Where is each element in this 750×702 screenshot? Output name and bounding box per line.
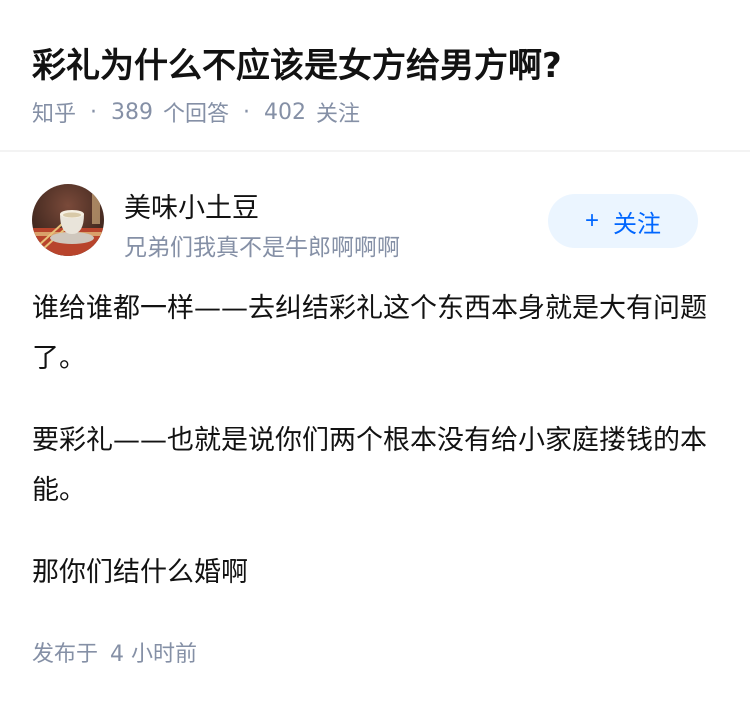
- follow-button[interactable]: + 关注: [548, 194, 698, 248]
- divider: [0, 150, 750, 152]
- answers-label[interactable]: 个回答: [163, 96, 229, 128]
- answer-paragraph: 那你们结什么婚啊: [32, 557, 248, 588]
- avatar[interactable]: [32, 184, 104, 256]
- followers-label: 关注: [316, 102, 361, 127]
- question-meta: 知乎 · 389 个回答 · 402 关注: [32, 96, 360, 128]
- question-header: 彩礼为什么不应该是女方给男方啊? 知乎 · 389 个回答 · 402 关注: [0, 0, 750, 152]
- meta-separator: ·: [243, 99, 251, 125]
- answer-page: 彩礼为什么不应该是女方给男方啊? 知乎 · 389 个回答 · 402 关注 美…: [0, 0, 750, 702]
- answer-paragraph: 要彩礼——也就是说你们两个根本没有给小家庭搂钱的本能。: [32, 425, 707, 506]
- author-name[interactable]: 美味小土豆: [124, 186, 259, 225]
- answers-count: 389: [111, 99, 154, 125]
- published-time: 4 小时前: [110, 642, 198, 667]
- answer-content: 谁给谁都一样——去纠结彩礼这个东西本身就是大有问题了。 要彩礼——也就是说你们两…: [32, 284, 712, 630]
- site-name[interactable]: 知乎: [32, 96, 76, 128]
- published-label: 发布于: [32, 642, 99, 667]
- meta-separator: ·: [90, 99, 98, 125]
- question-title[interactable]: 彩礼为什么不应该是女方给男方啊?: [32, 38, 562, 87]
- answer-paragraph: 谁给谁都一样——去纠结彩礼这个东西本身就是大有问题了。: [32, 293, 707, 374]
- followers-count: 402: [264, 99, 307, 125]
- follow-button-label: 关注: [613, 210, 661, 238]
- author-bio: 兄弟们我真不是牛郎啊啊啊: [124, 235, 400, 261]
- author-card: 美味小土豆 兄弟们我真不是牛郎啊啊啊 + 关注: [32, 184, 722, 261]
- avatar-photo-icon: [32, 184, 104, 256]
- plus-icon: +: [584, 207, 599, 234]
- answer-footer: 发布于 4 小时前: [32, 636, 197, 668]
